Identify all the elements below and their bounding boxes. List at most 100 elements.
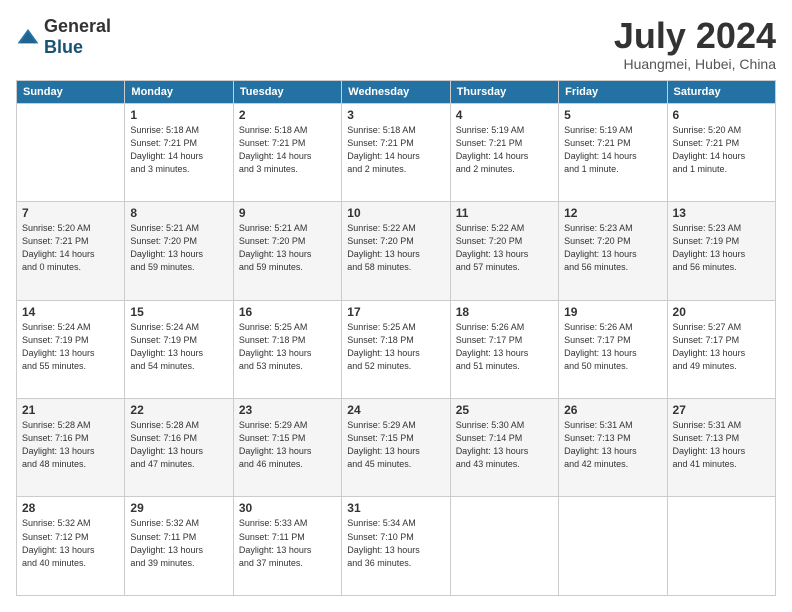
calendar-cell: 18Sunrise: 5:26 AM Sunset: 7:17 PM Dayli… bbox=[450, 300, 558, 398]
day-number: 23 bbox=[239, 403, 336, 417]
calendar-cell: 26 Sunrise: 5:31 AM Sunset: 7:13 PM Dayli… bbox=[559, 399, 667, 497]
day-number: 8 bbox=[130, 206, 227, 220]
day-number: 27 bbox=[673, 403, 770, 417]
calendar-week-1: 1Sunrise: 5:18 AM Sunset: 7:21 PM Daylig… bbox=[17, 103, 776, 201]
logo: General Blue bbox=[16, 16, 111, 58]
calendar-cell: 7 Sunrise: 5:20 AM Sunset: 7:21 PM Daylig… bbox=[17, 202, 125, 300]
header: General Blue July 2024 Huangmei, Hubei, … bbox=[16, 16, 776, 72]
day-info: Sunrise: 5:20 AM Sunset: 7:21 PM Dayligh… bbox=[673, 124, 770, 176]
calendar-week-4: 21 Sunrise: 5:28 AM Sunset: 7:16 PM Dayli… bbox=[17, 399, 776, 497]
day-header-monday: Monday bbox=[125, 80, 233, 103]
day-info: Sunrise: 5:24 AM Sunset: 7:19 PM Dayligh… bbox=[22, 321, 119, 373]
logo-text-general: General bbox=[44, 16, 111, 36]
day-info: Sunrise: 5:18 AM Sunset: 7:21 PM Dayligh… bbox=[347, 124, 444, 176]
calendar-header-row: SundayMondayTuesdayWednesdayThursdayFrid… bbox=[17, 80, 776, 103]
calendar-cell: 12Sunrise: 5:23 AM Sunset: 7:20 PM Dayli… bbox=[559, 202, 667, 300]
calendar-cell: 27Sunrise: 5:31 AM Sunset: 7:13 PM Dayli… bbox=[667, 399, 775, 497]
calendar-cell bbox=[667, 497, 775, 596]
calendar-cell: 9 Sunrise: 5:21 AM Sunset: 7:20 PM Daylig… bbox=[233, 202, 341, 300]
day-header-tuesday: Tuesday bbox=[233, 80, 341, 103]
calendar-cell: 22Sunrise: 5:28 AM Sunset: 7:16 PM Dayli… bbox=[125, 399, 233, 497]
day-number: 14 bbox=[22, 305, 119, 319]
day-info: Sunrise: 5:31 AM Sunset: 7:13 PM Dayligh… bbox=[564, 419, 661, 471]
day-number: 7 bbox=[22, 206, 119, 220]
calendar-cell: 5Sunrise: 5:19 AM Sunset: 7:21 PM Daylig… bbox=[559, 103, 667, 201]
day-number: 6 bbox=[673, 108, 770, 122]
day-header-wednesday: Wednesday bbox=[342, 80, 450, 103]
day-info: Sunrise: 5:29 AM Sunset: 7:15 PM Dayligh… bbox=[239, 419, 336, 471]
calendar-cell: 29Sunrise: 5:32 AM Sunset: 7:11 PM Dayli… bbox=[125, 497, 233, 596]
day-info: Sunrise: 5:34 AM Sunset: 7:10 PM Dayligh… bbox=[347, 517, 444, 569]
day-number: 19 bbox=[564, 305, 661, 319]
day-info: Sunrise: 5:23 AM Sunset: 7:20 PM Dayligh… bbox=[564, 222, 661, 274]
calendar-week-5: 28 Sunrise: 5:32 AM Sunset: 7:12 PM Dayli… bbox=[17, 497, 776, 596]
day-info: Sunrise: 5:32 AM Sunset: 7:12 PM Dayligh… bbox=[22, 517, 119, 569]
day-info: Sunrise: 5:20 AM Sunset: 7:21 PM Dayligh… bbox=[22, 222, 119, 274]
day-info: Sunrise: 5:18 AM Sunset: 7:21 PM Dayligh… bbox=[130, 124, 227, 176]
day-info: Sunrise: 5:29 AM Sunset: 7:15 PM Dayligh… bbox=[347, 419, 444, 471]
location-subtitle: Huangmei, Hubei, China bbox=[614, 56, 776, 72]
calendar-cell: 30 Sunrise: 5:33 AM Sunset: 7:11 PM Dayli… bbox=[233, 497, 341, 596]
calendar-cell bbox=[17, 103, 125, 201]
day-number: 2 bbox=[239, 108, 336, 122]
calendar-cell bbox=[450, 497, 558, 596]
day-number: 5 bbox=[564, 108, 661, 122]
calendar-cell: 24 Sunrise: 5:29 AM Sunset: 7:15 PM Dayli… bbox=[342, 399, 450, 497]
day-number: 24 bbox=[347, 403, 444, 417]
day-number: 25 bbox=[456, 403, 553, 417]
calendar-cell: 3 Sunrise: 5:18 AM Sunset: 7:21 PM Daylig… bbox=[342, 103, 450, 201]
day-info: Sunrise: 5:26 AM Sunset: 7:17 PM Dayligh… bbox=[564, 321, 661, 373]
day-info: Sunrise: 5:25 AM Sunset: 7:18 PM Dayligh… bbox=[347, 321, 444, 373]
calendar-cell bbox=[559, 497, 667, 596]
day-info: Sunrise: 5:21 AM Sunset: 7:20 PM Dayligh… bbox=[130, 222, 227, 274]
calendar-cell: 20 Sunrise: 5:27 AM Sunset: 7:17 PM Dayli… bbox=[667, 300, 775, 398]
calendar-cell: 4 Sunrise: 5:19 AM Sunset: 7:21 PM Daylig… bbox=[450, 103, 558, 201]
calendar-cell: 16Sunrise: 5:25 AM Sunset: 7:18 PM Dayli… bbox=[233, 300, 341, 398]
calendar-table: SundayMondayTuesdayWednesdayThursdayFrid… bbox=[16, 80, 776, 596]
title-block: July 2024 Huangmei, Hubei, China bbox=[614, 16, 776, 72]
day-info: Sunrise: 5:23 AM Sunset: 7:19 PM Dayligh… bbox=[673, 222, 770, 274]
day-number: 31 bbox=[347, 501, 444, 515]
month-title: July 2024 bbox=[614, 16, 776, 56]
day-number: 30 bbox=[239, 501, 336, 515]
calendar-week-3: 14 Sunrise: 5:24 AM Sunset: 7:19 PM Dayli… bbox=[17, 300, 776, 398]
day-info: Sunrise: 5:18 AM Sunset: 7:21 PM Dayligh… bbox=[239, 124, 336, 176]
day-number: 4 bbox=[456, 108, 553, 122]
day-number: 18 bbox=[456, 305, 553, 319]
day-info: Sunrise: 5:27 AM Sunset: 7:17 PM Dayligh… bbox=[673, 321, 770, 373]
day-header-friday: Friday bbox=[559, 80, 667, 103]
calendar-cell: 31 Sunrise: 5:34 AM Sunset: 7:10 PM Dayli… bbox=[342, 497, 450, 596]
logo-text-blue: Blue bbox=[44, 37, 83, 57]
calendar-cell: 17 Sunrise: 5:25 AM Sunset: 7:18 PM Dayli… bbox=[342, 300, 450, 398]
day-info: Sunrise: 5:21 AM Sunset: 7:20 PM Dayligh… bbox=[239, 222, 336, 274]
day-number: 3 bbox=[347, 108, 444, 122]
calendar-cell: 21 Sunrise: 5:28 AM Sunset: 7:16 PM Dayli… bbox=[17, 399, 125, 497]
day-number: 9 bbox=[239, 206, 336, 220]
day-number: 26 bbox=[564, 403, 661, 417]
calendar-cell: 2 Sunrise: 5:18 AM Sunset: 7:21 PM Daylig… bbox=[233, 103, 341, 201]
calendar-cell: 25Sunrise: 5:30 AM Sunset: 7:14 PM Dayli… bbox=[450, 399, 558, 497]
calendar-cell: 19 Sunrise: 5:26 AM Sunset: 7:17 PM Dayli… bbox=[559, 300, 667, 398]
day-info: Sunrise: 5:19 AM Sunset: 7:21 PM Dayligh… bbox=[456, 124, 553, 176]
calendar-cell: 13 Sunrise: 5:23 AM Sunset: 7:19 PM Dayli… bbox=[667, 202, 775, 300]
day-info: Sunrise: 5:32 AM Sunset: 7:11 PM Dayligh… bbox=[130, 517, 227, 569]
calendar-cell: 8 Sunrise: 5:21 AM Sunset: 7:20 PM Daylig… bbox=[125, 202, 233, 300]
calendar-cell: 10Sunrise: 5:22 AM Sunset: 7:20 PM Dayli… bbox=[342, 202, 450, 300]
day-info: Sunrise: 5:22 AM Sunset: 7:20 PM Dayligh… bbox=[456, 222, 553, 274]
page: General Blue July 2024 Huangmei, Hubei, … bbox=[0, 0, 792, 612]
calendar-cell: 6 Sunrise: 5:20 AM Sunset: 7:21 PM Daylig… bbox=[667, 103, 775, 201]
day-info: Sunrise: 5:33 AM Sunset: 7:11 PM Dayligh… bbox=[239, 517, 336, 569]
day-number: 17 bbox=[347, 305, 444, 319]
day-number: 22 bbox=[130, 403, 227, 417]
day-number: 28 bbox=[22, 501, 119, 515]
day-info: Sunrise: 5:28 AM Sunset: 7:16 PM Dayligh… bbox=[22, 419, 119, 471]
day-header-sunday: Sunday bbox=[17, 80, 125, 103]
logo-icon bbox=[16, 27, 40, 47]
day-number: 13 bbox=[673, 206, 770, 220]
day-number: 20 bbox=[673, 305, 770, 319]
calendar-cell: 1Sunrise: 5:18 AM Sunset: 7:21 PM Daylig… bbox=[125, 103, 233, 201]
day-number: 21 bbox=[22, 403, 119, 417]
calendar-cell: 14 Sunrise: 5:24 AM Sunset: 7:19 PM Dayli… bbox=[17, 300, 125, 398]
day-number: 16 bbox=[239, 305, 336, 319]
day-number: 10 bbox=[347, 206, 444, 220]
